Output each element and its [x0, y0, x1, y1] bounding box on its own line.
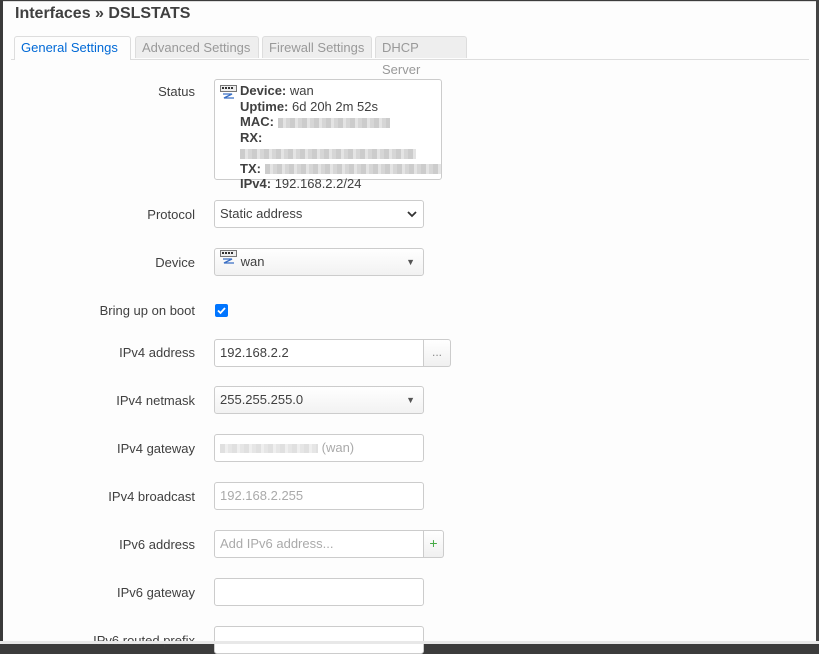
- ipv4-gateway-placeholder-redacted: [220, 444, 318, 454]
- tab-advanced-settings[interactable]: Advanced Settings: [135, 36, 259, 58]
- tab-general-settings[interactable]: General Settings: [14, 36, 131, 60]
- ipv4-address-more-button[interactable]: ...: [424, 339, 451, 367]
- ipv4-netmask-value: 255.255.255.0: [220, 392, 304, 407]
- ipv4-gateway-placeholder-suffix: (wan): [321, 440, 355, 455]
- ipv4-netmask-label: IPv4 netmask: [116, 393, 195, 408]
- status-box: Device: wan Uptime: 6d 20h 2m 52s MAC: R…: [214, 79, 442, 191]
- ipv4-value: 192.168.2.2/24: [274, 176, 362, 191]
- tab-bar: General Settings Advanced Settings Firew…: [11, 36, 809, 77]
- ipv6-gateway-input[interactable]: [214, 578, 424, 606]
- ipv6-address-label: IPv6 address: [119, 537, 195, 552]
- rx-key: RX:: [240, 129, 263, 145]
- ethernet-port-icon: [220, 85, 237, 104]
- tab-firewall-settings[interactable]: Firewall Settings: [262, 36, 372, 58]
- bring-up-on-boot-label: Bring up on boot: [99, 303, 195, 318]
- ipv6-gateway-label: IPv6 gateway: [116, 585, 195, 600]
- caret-down-icon: ▼: [406, 395, 415, 405]
- device-key: Device:: [240, 83, 287, 98]
- status-label: Status: [158, 84, 195, 99]
- ipv4-gateway-input[interactable]: (wan): [214, 434, 424, 462]
- chevron-down-icon: [406, 202, 418, 235]
- ipv4-broadcast-input[interactable]: 192.168.2.255: [214, 482, 424, 510]
- ipv4-address-label: IPv4 address: [119, 345, 195, 360]
- device-value: wan: [289, 83, 314, 98]
- device-dropdown[interactable]: wan ▼: [214, 248, 424, 276]
- ipv4-broadcast-placeholder: 192.168.2.255: [220, 488, 304, 503]
- ipv4-netmask-dropdown[interactable]: 255.255.255.0 ▼: [214, 386, 424, 414]
- mac-value-redacted: [277, 117, 390, 128]
- ipv4-address-input[interactable]: 192.168.2.2: [214, 339, 424, 367]
- protocol-label: Protocol: [147, 207, 195, 222]
- caret-down-icon: ▼: [406, 257, 415, 267]
- ipv4-broadcast-label: IPv4 broadcast: [108, 489, 195, 504]
- ipv4-address-value: 192.168.2.2: [220, 345, 289, 360]
- device-label: Device: [155, 255, 195, 270]
- add-ipv6-address-button[interactable]: +: [424, 530, 444, 558]
- ipv4-key: IPv4:: [240, 176, 272, 191]
- page-title: Interfaces » DSLSTATS: [15, 5, 191, 22]
- ipv6-routed-prefix-input[interactable]: [214, 626, 424, 654]
- tab-dhcp-server[interactable]: DHCP Server: [375, 36, 467, 77]
- plus-icon: +: [429, 535, 438, 551]
- ipv4-gateway-label: IPv4 gateway: [116, 441, 195, 456]
- bring-up-on-boot-checkbox[interactable]: [215, 304, 228, 317]
- device-value: wan: [240, 254, 265, 269]
- ethernet-port-icon: [220, 248, 237, 274]
- tx-value-redacted: [264, 164, 441, 175]
- ipv6-address-placeholder: Add IPv6 address...: [220, 536, 334, 551]
- rx-value-redacted: [240, 148, 416, 159]
- uptime-key: Uptime:: [240, 98, 289, 114]
- mac-key: MAC:: [240, 114, 274, 129]
- protocol-value: Static address: [220, 206, 303, 221]
- tx-key: TX:: [240, 160, 261, 176]
- uptime-value: 6d 20h 2m 52s: [292, 98, 379, 114]
- ipv6-address-input[interactable]: Add IPv6 address...: [214, 530, 424, 558]
- protocol-select[interactable]: Static address: [214, 200, 424, 228]
- ellipsis-icon: ...: [431, 345, 442, 359]
- checkmark-icon: [217, 307, 226, 315]
